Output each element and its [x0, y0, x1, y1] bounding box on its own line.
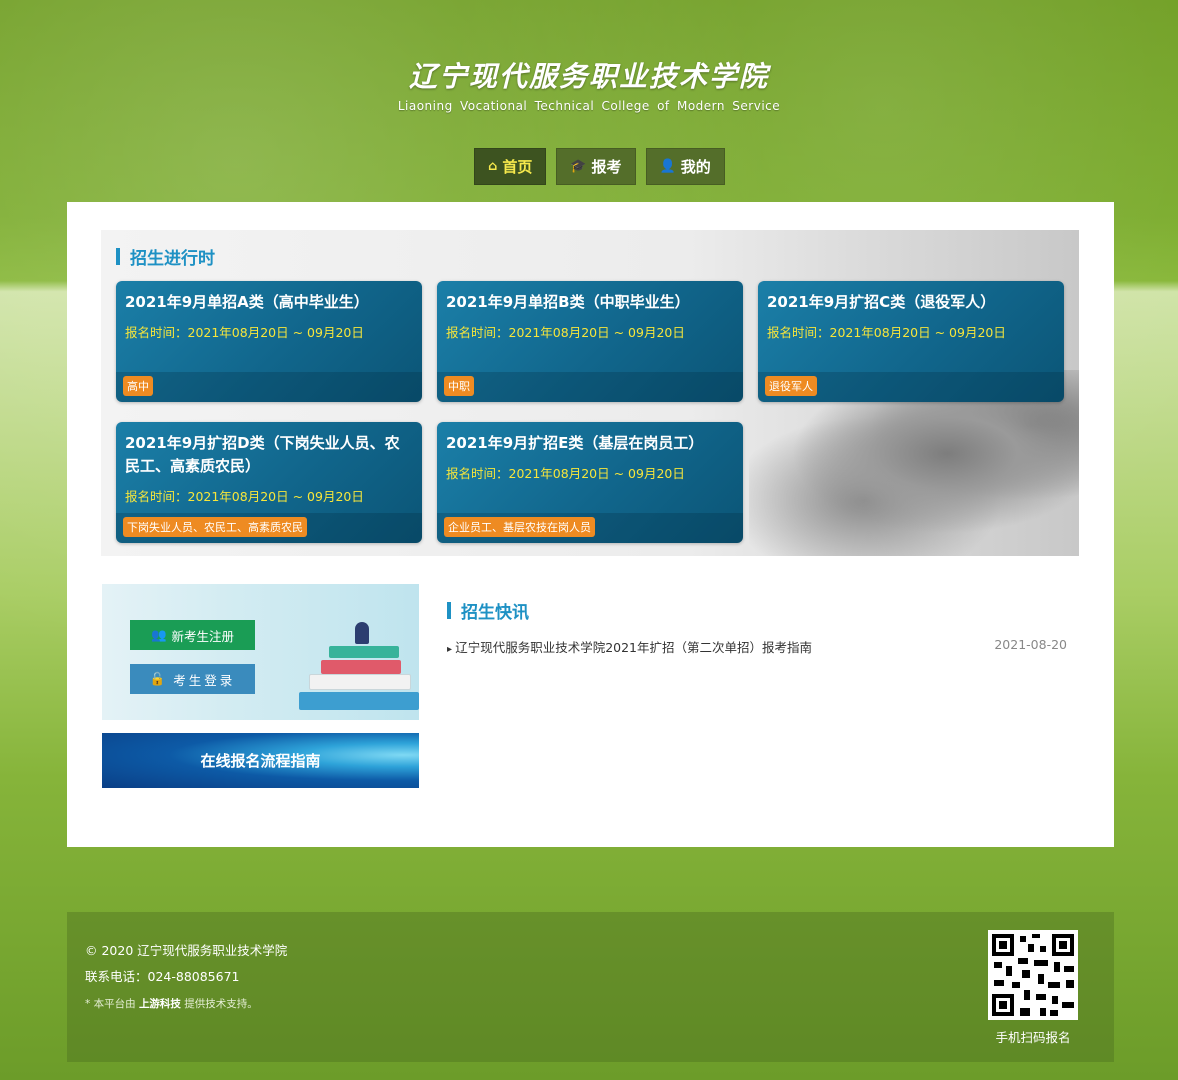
- main-nav: ⌂ 首页 🎓 报考 👤 我的: [474, 148, 725, 185]
- logo-chinese-name: 辽宁现代服务职业技术学院: [408, 60, 769, 93]
- login-button[interactable]: 🔓 考生登录: [130, 664, 255, 694]
- note-suffix: 提供技术支持。: [184, 998, 258, 1010]
- graduation-cap-icon: 🎓: [570, 159, 587, 174]
- books-illustration: [299, 620, 419, 720]
- card-title: 2021年9月单招B类（中职毕业生）: [446, 293, 690, 311]
- footer: © 2020 辽宁现代服务职业技术学院 联系电话：024-88085671 * …: [67, 912, 1114, 1062]
- title-accent-bar: [447, 602, 451, 619]
- card-title: 2021年9月单招A类（高中毕业生）: [125, 293, 369, 311]
- card-title: 2021年9月扩招E类（基层在岗员工）: [446, 434, 704, 452]
- card-tag: 下岗失业人员、农民工、高素质农民: [123, 517, 307, 537]
- login-label: 考生登录: [173, 672, 236, 688]
- recruit-card-b[interactable]: 2021年9月单招B类（中职毕业生） 报名时间：2021年08月20日 ~ 09…: [437, 281, 743, 402]
- unlock-icon: 🔓: [149, 671, 169, 686]
- nav-home[interactable]: ⌂ 首页: [474, 148, 547, 185]
- title-accent-bar: [116, 248, 120, 265]
- news-item-date: 2021-08-20: [994, 637, 1067, 652]
- recruit-card-c[interactable]: 2021年9月扩招C类（退役军人） 报名时间：2021年08月20日 ~ 09月…: [758, 281, 1064, 402]
- register-label: 新考生注册: [171, 628, 235, 644]
- recruit-card-a[interactable]: 2021年9月单招A类（高中毕业生） 报名时间：2021年08月20日 ~ 09…: [116, 281, 422, 402]
- add-user-icon: 👥: [150, 627, 167, 642]
- recruit-card-e[interactable]: 2021年9月扩招E类（基层在岗员工） 报名时间：2021年08月20日 ~ 0…: [437, 422, 743, 543]
- account-box: 👥 新考生注册 🔓 考生登录: [102, 584, 419, 720]
- card-date: 报名时间：2021年08月20日 ~ 09月20日: [446, 325, 685, 340]
- card-tag: 企业员工、基层农技在岗人员: [444, 517, 595, 537]
- news-item[interactable]: 辽宁现代服务职业技术学院2021年扩招（第二次单招）报考指南 2021-08-2…: [447, 637, 1067, 656]
- card-date: 报名时间：2021年08月20日 ~ 09月20日: [446, 466, 685, 481]
- nav-apply[interactable]: 🎓 报考: [556, 148, 636, 185]
- card-title: 2021年9月扩招C类（退役军人）: [767, 293, 996, 311]
- main-panel: 招生进行时 2021年9月单招A类（高中毕业生） 报名时间：2021年08月20…: [67, 202, 1114, 847]
- card-date: 报名时间：2021年08月20日 ~ 09月20日: [125, 325, 364, 340]
- nav-home-label: 首页: [502, 158, 533, 176]
- recruit-title-text: 招生进行时: [130, 249, 215, 269]
- nav-apply-label: 报考: [591, 158, 622, 176]
- card-title: 2021年9月扩招D类（下岗失业人员、农民工、高素质农民）: [125, 434, 400, 475]
- register-button[interactable]: 👥 新考生注册: [130, 620, 255, 650]
- nav-mine[interactable]: 👤 我的: [645, 148, 725, 185]
- tech-support-brand-link[interactable]: 上游科技: [139, 998, 181, 1010]
- contact-phone: 联系电话：024-88085671: [85, 969, 240, 984]
- news-section: 招生快讯 辽宁现代服务职业技术学院2021年扩招（第二次单招）报考指南 2021…: [437, 584, 1079, 814]
- recruit-section-title: 招生进行时: [116, 244, 215, 269]
- recruit-card-d[interactable]: 2021年9月扩招D类（下岗失业人员、农民工、高素质农民） 报名时间：2021年…: [116, 422, 422, 543]
- news-section-title: 招生快讯: [447, 598, 529, 623]
- news-item-title: 辽宁现代服务职业技术学院2021年扩招（第二次单招）报考指南: [447, 637, 812, 656]
- qr-label: 手机扫码报名: [995, 1030, 1071, 1045]
- home-icon: ⌂: [488, 159, 498, 174]
- user-icon: 👤: [659, 159, 676, 174]
- recruit-section: 招生进行时 2021年9月单招A类（高中毕业生） 报名时间：2021年08月20…: [101, 230, 1079, 556]
- online-apply-guide-banner[interactable]: 在线报名流程指南: [102, 733, 419, 788]
- news-title-text: 招生快讯: [461, 603, 529, 623]
- card-tag: 中职: [444, 376, 474, 396]
- card-tag: 高中: [123, 376, 153, 396]
- card-date: 报名时间：2021年08月20日 ~ 09月20日: [125, 489, 364, 504]
- college-logo: 辽宁现代服务职业技术学院 Liaoning Vocational Technic…: [0, 55, 1178, 113]
- guide-label: 在线报名流程指南: [200, 752, 321, 770]
- card-date: 报名时间：2021年08月20日 ~ 09月20日: [767, 325, 1006, 340]
- nav-mine-label: 我的: [680, 158, 711, 176]
- note-prefix: * 本平台由: [85, 998, 136, 1010]
- card-tag: 退役军人: [765, 376, 817, 396]
- qr-code: [988, 930, 1078, 1020]
- tech-support-note: * 本平台由 上游科技 提供技术支持。: [85, 996, 258, 1011]
- logo-english-name: Liaoning Vocational Technical College of…: [397, 99, 781, 113]
- copyright-text: © 2020 辽宁现代服务职业技术学院: [85, 943, 288, 958]
